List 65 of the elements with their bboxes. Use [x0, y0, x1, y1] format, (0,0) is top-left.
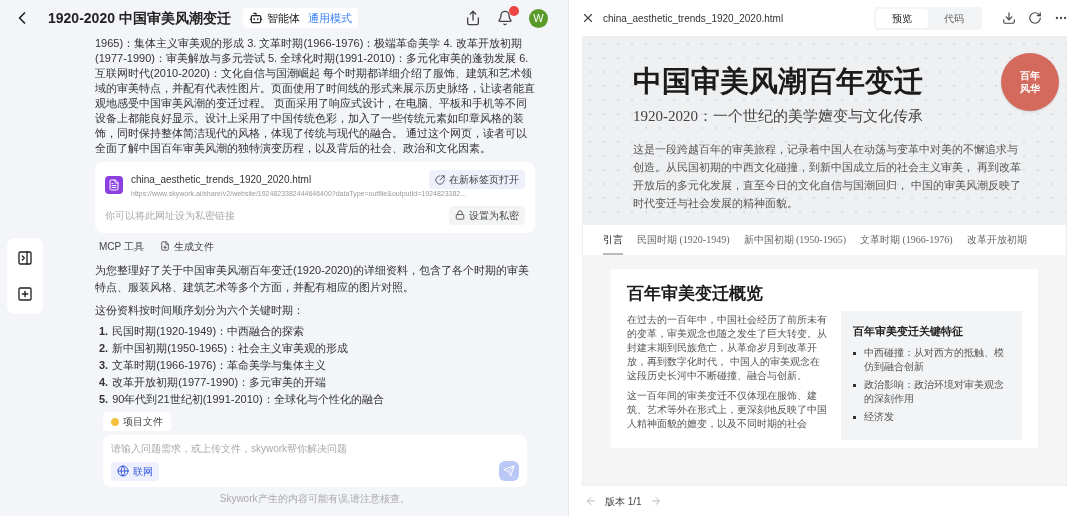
hero-title: 中国审美风潮百年变迁 — [633, 64, 923, 99]
list-number: 3. — [99, 358, 109, 372]
new-chat-icon[interactable] — [17, 286, 33, 302]
set-private-button[interactable]: 设置为私密 — [449, 205, 525, 225]
notification-icon[interactable] — [497, 10, 513, 26]
summary-text: 1965)：集体主义审美观的形成 3. 文革时期(1966-1976)：极端革命美学 4. 改革开放初期(1977-1990)：审美解放与多元尝试 5. 全球化时期(1991-2010)：多元化审美的蓬勃发展 6. 互联网时代(2010-2020)：文化自信与国潮崛起 每个时期都详细介绍了服饰、建筑和艺术领域的审美特点，并配有代表性图片。页面使用了时间线的形式来展示历史脉络，让读者能直观地感受中国审美风潮的变迁过程。 页面采用了响应式设计，在电脑、平板和手机等不同设备上都能良好显示。设计上采用了中国传统色彩，加入了一些传统元素如印章风格的装饰，同时保持整体简洁现代的风格，体现了传统与现代的融合。 通过这个网页，读者可以全面了解中国百年审美风潮的独特演变历程，以及背后的社会、政治和文化因素。 — [95, 36, 535, 156]
tool-chip[interactable]: 生成文件 — [155, 238, 218, 254]
section-paragraph: 在过去的一百年中，中国社会经历了前所未有的变革，审美观念也随之发生了巨大转变。从封建末期到民族危亡，从革命岁月到改革开放，再到数字化时代， 中国人的审美观念在这段历史长河中不断碰撞、融合与创新。 — [627, 312, 827, 383]
open-new-tab-button[interactable]: 在新标签页打开 — [429, 170, 525, 189]
agent-mode-badge[interactable]: 智能体 通用模式 — [242, 7, 358, 29]
message-field[interactable]: 请输入问题需求，或上传文件，skywork帮你解决问题 — [111, 441, 519, 456]
chat-title: 1920-2020 中国审美风潮变迁 — [48, 8, 231, 28]
seal-badge: 百年风华 — [1001, 53, 1059, 111]
list-item-text: 民国时期(1920-1949)：中西融合的探索 — [112, 324, 305, 338]
feature-item: 经济发 — [864, 409, 894, 424]
agent-label: 智能体 — [266, 10, 300, 26]
tool-chip[interactable]: MCP 工具 — [95, 238, 148, 254]
file-title: china_aesthetic_trends_1920_2020.html — [603, 11, 784, 26]
file-icon — [105, 175, 123, 194]
list-item-text: 文革时期(1966-1976)：革命美学与集体主义 — [112, 358, 327, 372]
section-nav-tab[interactable]: 民国时期 (1920-1949) — [637, 225, 730, 255]
version-label: 版本 1/1 — [605, 494, 642, 509]
hero-text: 这是一段跨越百年的审美旅程，记录着中国人在动荡与变革中对美的不懈追求与创造。从民国初期的中西文化碰撞，到新中国成立后的社会主义审美， 再到改革开放后的多元化发展，直至今日的文化自信与国潮回归， 中国的审美风潮反映了时代变迁与社会发展的精神面貌。 — [633, 141, 1022, 211]
list-number: 1. — [99, 324, 109, 338]
disclaimer-text: Skywork产生的内容可能有误,请注意核查。 — [218, 492, 412, 506]
bullet-icon — [853, 415, 856, 419]
privacy-hint: 你可以将此网址设为私密链接 — [105, 208, 235, 223]
hero-subtitle: 1920-2020：一个世纪的美学嬗变与文化传承 — [633, 107, 924, 126]
feature-item: 政治影响：政治环境对审美观念的深刻作用 — [864, 377, 1005, 406]
close-icon[interactable] — [581, 11, 595, 25]
intro-text: 为您整理好了关于中国审美风潮百年变迁(1920-2020)的详细资料，包含了各个时期的审美特点、服装风格、建筑艺术等多个方面，并配有相应的图片对照。 — [95, 262, 530, 295]
view-tab[interactable]: 预览 — [876, 8, 928, 28]
list-intro: 这份资料按时间顺序划分为六个关键时期： — [95, 302, 305, 318]
bullet-icon — [853, 383, 856, 387]
send-icon — [503, 465, 515, 477]
section-paragraph: 这一百年间的审美变迁不仅体现在服饰、建筑、艺术等外在形式上，更深刻地反映了中国人精神面貌的嬗变，以及不同时期的社会 — [627, 388, 827, 431]
list-item-text: 新中国初期(1950-1965)：社会主义审美观的形成 — [112, 341, 349, 355]
list-number: 2. — [99, 341, 109, 355]
share-icon[interactable] — [465, 10, 481, 26]
notification-badge — [509, 6, 519, 16]
bullet-icon — [853, 351, 856, 355]
file-plus-icon — [159, 241, 170, 251]
project-files-chip[interactable]: 项目文件 — [103, 412, 171, 431]
section-nav-tab[interactable]: 文革时期 (1966-1976) — [860, 225, 953, 255]
download-icon[interactable] — [1002, 11, 1016, 25]
panel-toggle-icon[interactable] — [17, 250, 33, 266]
web-search-button[interactable]: 联网 — [111, 461, 159, 481]
section-nav-tab[interactable]: 新中国初期 (1950-1965) — [743, 225, 846, 255]
file-name[interactable]: china_aesthetic_trends_1920_2020.html — [131, 172, 312, 187]
list-item-text: 改革开放初期(1977-1990)：多元审美的开端 — [112, 375, 327, 389]
list-number: 5. — [99, 392, 109, 406]
section-title: 百年审美变迁概览 — [627, 283, 764, 305]
mode-label: 通用模式 — [307, 10, 352, 26]
globe-icon — [117, 465, 129, 477]
message-input[interactable]: 请输入问题需求，或上传文件，skywork帮你解决问题 联网 — [103, 435, 527, 487]
list-number: 4. — [99, 375, 109, 389]
view-tab[interactable]: 代码 — [928, 8, 980, 28]
feature-title: 百年审美变迁关键特征 — [853, 324, 964, 339]
lock-icon — [455, 210, 465, 220]
refresh-icon[interactable] — [1028, 11, 1042, 25]
list-item-text: 90年代到21世纪初(1991-2010)：全球化与个性化的融合 — [112, 392, 384, 406]
robot-icon — [248, 11, 263, 25]
feature-item: 中西碰撞：从对西方的抵触、模仿到融合创新 — [864, 345, 1005, 374]
section-nav-tab[interactable]: 改革开放初期 — [966, 225, 1027, 255]
open-external-icon — [435, 174, 445, 185]
